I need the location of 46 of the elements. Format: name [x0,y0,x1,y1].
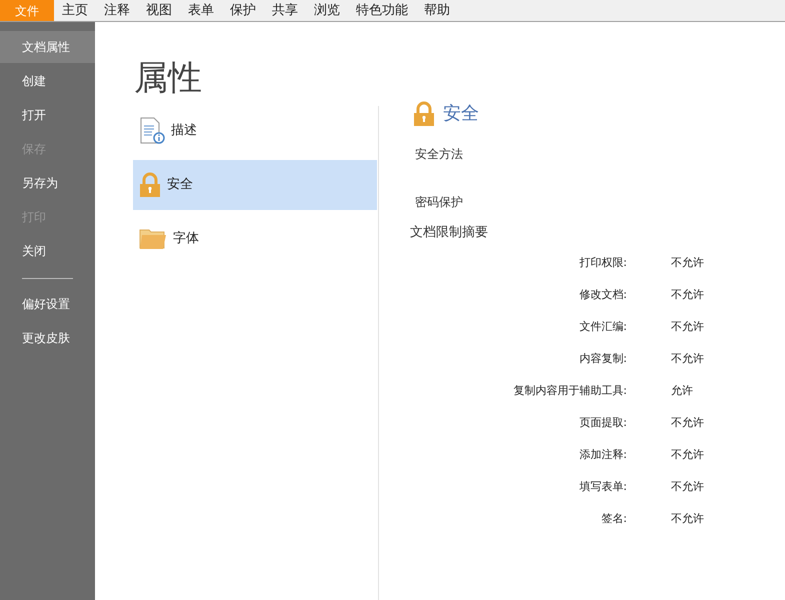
page-title: 属性 [134,58,202,98]
permission-value: 不允许 [671,414,704,430]
permission-label: 打印权限: [578,254,627,270]
padlock-icon [414,101,434,126]
menu-tab[interactable]: 帮助 [416,0,458,21]
sidebar-item[interactable]: 关闭 [0,235,95,267]
permission-value: 不允许 [671,254,704,270]
padlock-icon [140,172,160,197]
sidebar-item[interactable]: 打开 [0,99,95,131]
menu-tab[interactable]: 视图 [138,0,180,21]
section-heading: 文档限制摘要 [410,224,488,242]
permission-value: 不允许 [671,350,704,366]
menu-tab[interactable]: 浏览 [306,0,348,21]
permission-label: 文件汇编: [578,318,627,334]
menu-tab[interactable]: 注释 [96,0,138,21]
menu-tab[interactable]: 共享 [264,0,306,21]
permission-value: 不允许 [671,286,704,302]
sidebar-item[interactable]: 更改皮肤 [0,322,95,354]
category-item[interactable]: 描述 [133,106,377,156]
permission-label: 填写表单: [578,478,627,494]
menu-tab[interactable]: 表单 [180,0,222,21]
field-label: 密码保护 [415,194,463,211]
category-item[interactable]: 安全 [133,160,377,210]
document-info-icon [140,118,165,144]
permission-value: 不允许 [671,446,704,462]
section-title: 安全 [443,102,479,126]
permission-value: 不允许 [671,318,704,334]
font-folder-icon [140,230,166,249]
permission-label: 签名: [600,510,627,526]
permission-label: 页面提取: [578,414,627,430]
menu-tab[interactable]: 保护 [222,0,264,21]
permission-value: 不允许 [671,478,704,494]
permission-label: 添加注释: [578,446,627,462]
sidebar-item[interactable]: 另存为 [0,167,95,199]
category-item[interactable]: 字体 [133,214,377,264]
permission-value: 允许 [671,382,693,398]
menu-tab[interactable]: 主页 [54,0,96,21]
permission-label: 内容复制: [578,350,627,366]
permission-label: 修改文档: [578,286,627,302]
permission-value: 不允许 [671,510,704,526]
field-label: 安全方法 [415,146,463,163]
sidebar-item[interactable]: 偏好设置 [0,288,95,320]
sidebar-item[interactable]: 文档属性 [0,31,95,63]
sidebar-item[interactable]: 创建 [0,65,95,97]
permission-label: 复制内容用于辅助工具: [512,382,627,398]
menu-tab[interactable]: 特色功能 [348,0,416,21]
